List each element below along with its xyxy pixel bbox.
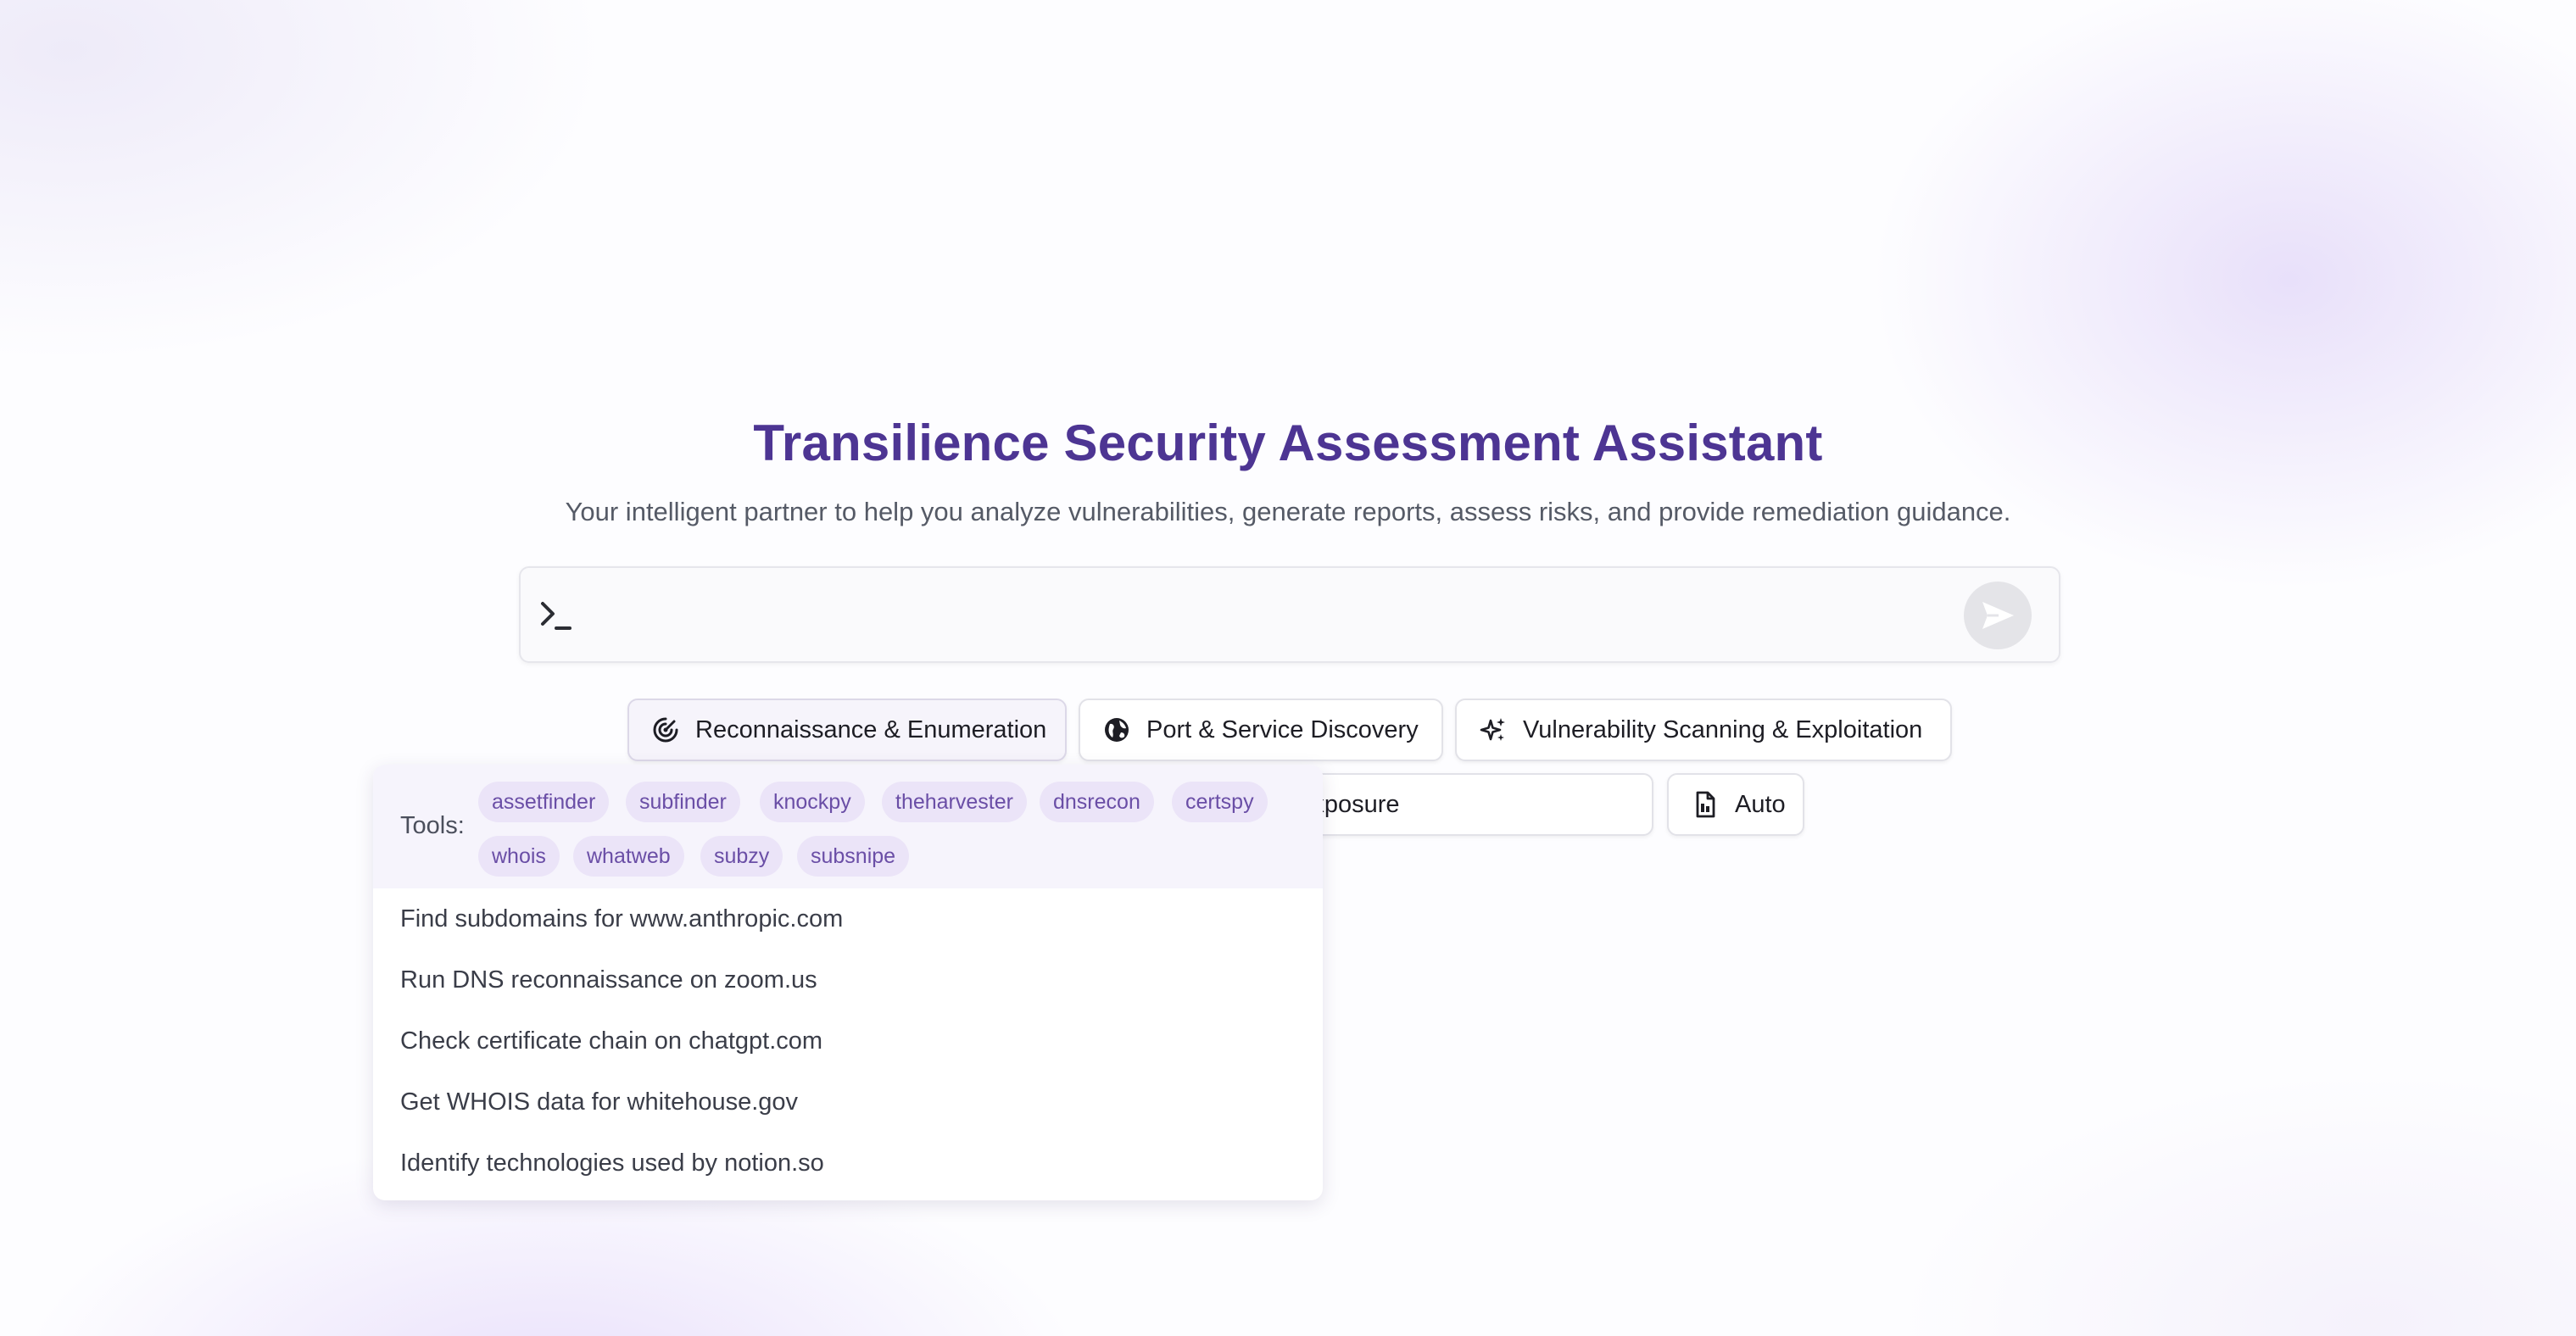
- tools-label: Tools:: [400, 812, 465, 839]
- tool-tag[interactable]: assetfinder: [478, 782, 610, 822]
- globe-icon: [1105, 718, 1129, 742]
- suggestion-item[interactable]: Run DNS reconnaissance on zoom.us: [400, 966, 817, 994]
- suggestion-item[interactable]: Find subdomains for www.anthropic.com: [400, 905, 843, 933]
- suggestions-dropdown: Tools: assetfinder subfinder knockpy the…: [373, 765, 1323, 1200]
- page-subtitle: Your intelligent partner to help you ana…: [565, 497, 2011, 526]
- tool-tag[interactable]: subzy: [700, 836, 783, 877]
- tool-tag[interactable]: subsnipe: [797, 836, 910, 877]
- suggestion-item[interactable]: Identify technologies used by notion.so: [400, 1150, 824, 1177]
- category-vulnerability-scanning[interactable]: Vulnerability Scanning & Exploitation: [1455, 699, 1952, 761]
- prompt-input[interactable]: [592, 587, 1952, 646]
- category-label: Auto: [1735, 790, 1786, 818]
- tool-tag[interactable]: whois: [478, 836, 560, 877]
- category-label: Vulnerability Scanning & Exploitation: [1523, 715, 1923, 743]
- send-icon: [1982, 602, 2014, 629]
- radar-icon: [653, 717, 678, 743]
- tool-tag[interactable]: theharvester: [882, 782, 1027, 822]
- category-label: Port & Service Discovery: [1146, 715, 1419, 743]
- category-port-service-discovery[interactable]: Port & Service Discovery: [1079, 699, 1443, 761]
- tool-tag[interactable]: subfinder: [626, 782, 740, 822]
- category-reconnaissance-enumeration[interactable]: Reconnaissance & Enumeration: [627, 699, 1067, 761]
- sparkles-icon: [1480, 718, 1505, 741]
- tool-tag[interactable]: dnsrecon: [1040, 782, 1154, 822]
- tool-tag[interactable]: whatweb: [573, 836, 684, 877]
- terminal-prompt-icon: [541, 602, 572, 630]
- prompt-box: [519, 566, 2060, 663]
- document-icon: [1696, 791, 1715, 818]
- page-title: Transilience Security Assessment Assista…: [753, 415, 1823, 471]
- send-button[interactable]: [1964, 582, 2032, 649]
- tools-panel: Tools: assetfinder subfinder knockpy the…: [373, 765, 1323, 888]
- category-auto[interactable]: Auto: [1667, 773, 1804, 836]
- suggestion-item[interactable]: Get WHOIS data for whitehouse.gov: [400, 1088, 798, 1116]
- suggestion-item[interactable]: Check certificate chain on chatgpt.com: [400, 1027, 822, 1055]
- category-label: Reconnaissance & Enumeration: [695, 715, 1047, 743]
- tool-tag[interactable]: certspy: [1172, 782, 1268, 822]
- tool-tag[interactable]: knockpy: [760, 782, 865, 822]
